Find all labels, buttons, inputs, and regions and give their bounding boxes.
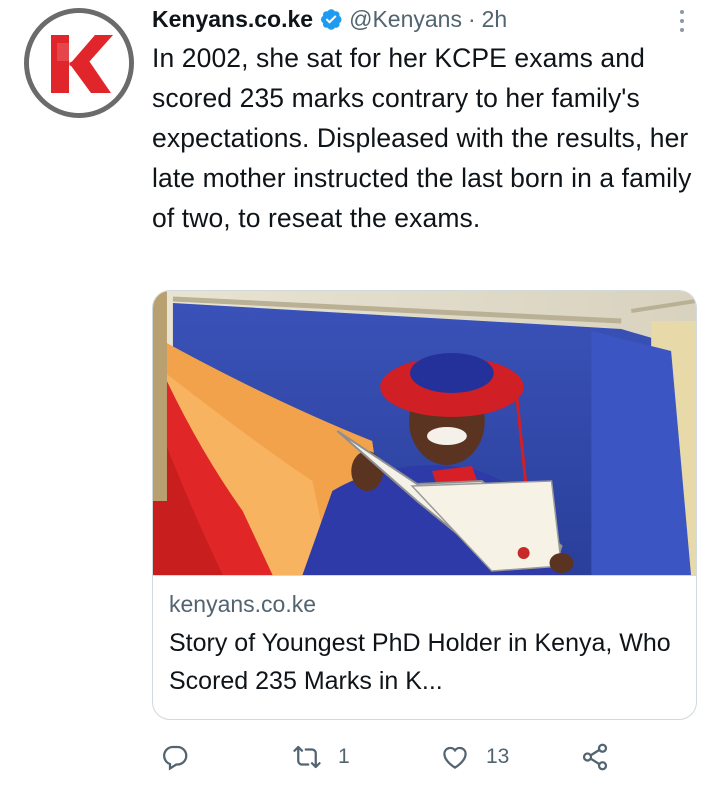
action-bar: 1 13 <box>152 742 622 782</box>
like-icon <box>443 746 467 769</box>
separator-dot: · <box>467 5 476 32</box>
more-icon[interactable] <box>672 8 692 34</box>
avatar[interactable] <box>24 8 134 118</box>
tweet-text: In 2002, she sat for her KCPE exams and … <box>152 43 692 233</box>
display-name[interactable]: Kenyans.co.ke <box>152 6 313 33</box>
card-info: kenyans.co.ke Story of Youngest PhD Hold… <box>153 575 696 700</box>
retweet-button[interactable]: 1 <box>292 742 350 772</box>
reply-icon <box>163 745 188 771</box>
card-domain: kenyans.co.ke <box>169 591 317 617</box>
retweet-count: 1 <box>338 745 350 768</box>
handle[interactable]: @Kenyans <box>349 6 462 33</box>
card-image[interactable] <box>153 291 696 575</box>
like-count: 13 <box>486 745 510 768</box>
like-button[interactable]: 13 <box>440 742 509 772</box>
verified-badge-icon <box>319 7 343 31</box>
timestamp[interactable]: 2h <box>482 6 508 33</box>
share-button[interactable] <box>580 742 610 772</box>
link-card[interactable]: kenyans.co.ke Story of Youngest PhD Hold… <box>152 290 697 720</box>
card-title[interactable]: Story of Youngest PhD Holder in Kenya, W… <box>169 624 680 700</box>
reply-button[interactable] <box>160 742 206 772</box>
tweet-header: Kenyans.co.ke @Kenyans · 2h <box>152 4 507 34</box>
retweet-icon <box>293 745 321 769</box>
share-icon <box>582 743 608 771</box>
k-logo-icon <box>29 13 129 113</box>
